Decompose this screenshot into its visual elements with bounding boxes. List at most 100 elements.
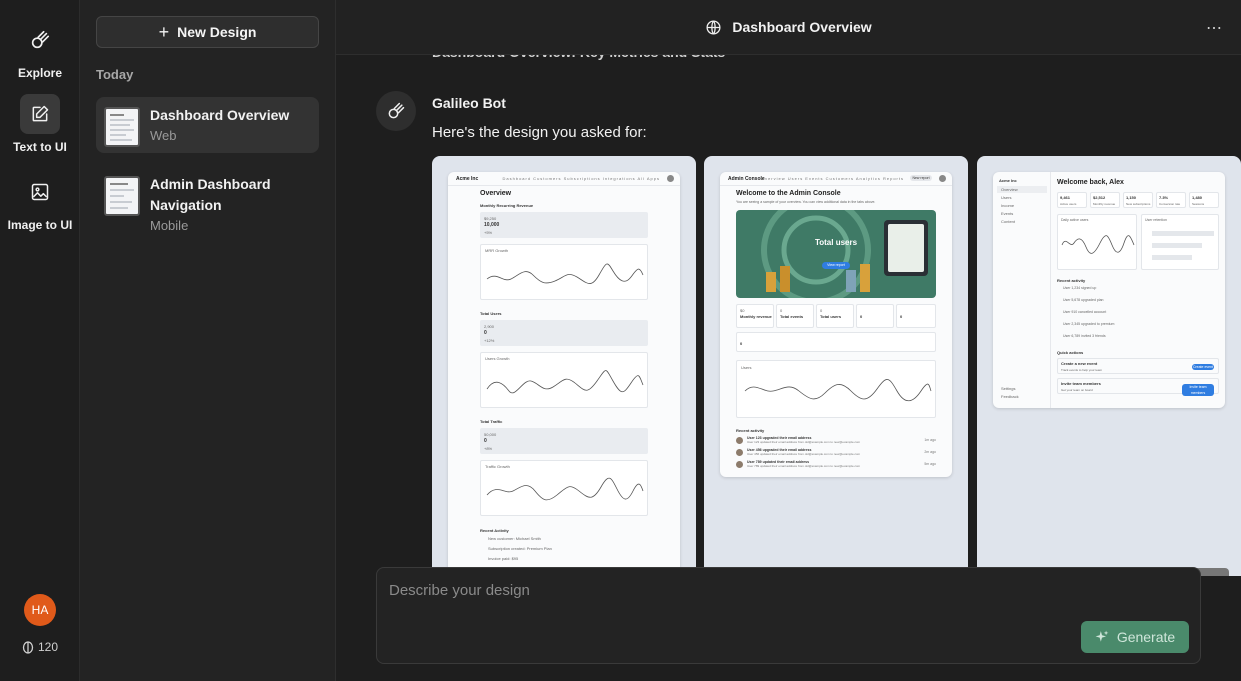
stat-value: 0 <box>484 330 487 336</box>
design-preview-1[interactable]: Acme Inc Dashboard Customers Subscriptio… <box>432 156 696 576</box>
stat-delta: +8% <box>484 446 493 451</box>
action-title: Invite team members <box>1061 381 1101 386</box>
stat-label: Conversion rate <box>1159 202 1181 206</box>
stat-delta: +5% <box>484 230 493 235</box>
recent-item: User 910 cancelled account <box>1063 310 1107 314</box>
recent-item: User 5,678 upgraded plan <box>1063 298 1104 302</box>
stat-card: 0 <box>896 304 936 328</box>
generate-button[interactable]: Generate <box>1081 621 1189 653</box>
recent-title: Recent Activity <box>480 528 509 533</box>
history-platform: Mobile <box>150 218 189 233</box>
stat-card: $2,512 Monthly revenue <box>1090 192 1120 208</box>
stat-value: 7.3% <box>1159 195 1169 200</box>
stat-value: $2,512 <box>1093 195 1106 200</box>
preview-nav: Acme Inc Dashboard Customers Subscriptio… <box>448 172 680 186</box>
stat-card: 7.3% Conversion rate <box>1156 192 1186 208</box>
mini-bar-chart: User retention <box>1141 214 1219 270</box>
stat-box: $9,250 10,000 +5% <box>480 212 648 238</box>
design-preview-2[interactable]: Admin Console Overview Users Events Cust… <box>704 156 968 576</box>
stat-value: 0 <box>860 314 863 319</box>
preview-sidebar-item: Users <box>1001 195 1012 200</box>
generate-label: Generate <box>1116 629 1176 645</box>
stat-card: 0 Total events <box>776 304 814 328</box>
preview-nav: Admin Console Overview Users Events Cust… <box>720 172 952 186</box>
design-preview-3[interactable]: Acme Inc Overview Users Income Events Co… <box>977 156 1241 576</box>
explore-icon <box>20 20 60 60</box>
stat-small: 2,900 <box>484 324 495 329</box>
main-area: Dashboard Overview ⋯ Dashboard Overview:… <box>336 0 1241 681</box>
preview-sidebar-item: Events <box>1001 211 1014 216</box>
activity-time: 2m ago <box>924 450 936 454</box>
stat-value: 1,480 <box>1192 195 1203 200</box>
activity-sub: User 456 updated their email address fro… <box>747 452 861 456</box>
stat-card: 1,150 New subscriptions <box>1123 192 1153 208</box>
mini-line-chart: MRR Growth <box>480 244 648 300</box>
preview-title: Overview <box>480 190 512 197</box>
quick-actions-title: Quick actions <box>1057 350 1084 355</box>
stat-value: 9,461 <box>1060 195 1071 200</box>
recent-item: New customer: Michael Smith <box>488 536 541 541</box>
history-title: Admin Dashboard Navigation <box>150 176 271 213</box>
more-options-icon[interactable]: ⋯ <box>1206 18 1223 38</box>
activity-avatar <box>736 436 743 444</box>
stat-value: 10,000 <box>484 222 500 228</box>
preview-nav-links: Overview Users Events Customers Analytic… <box>760 176 904 181</box>
recent-item: User 1,234 signed up <box>1063 286 1097 290</box>
rail-text-to-ui[interactable]: Text to UI <box>0 94 80 154</box>
preview-screen: Admin Console Overview Users Events Cust… <box>720 172 952 477</box>
new-design-label: New Design <box>177 24 257 40</box>
stat-value: 0 <box>820 308 823 313</box>
history-item-admin-dashboard-navigation[interactable]: Admin Dashboard Navigation Mobile <box>96 166 319 233</box>
stat-value: $0 <box>740 308 745 313</box>
stat-label: Total events <box>780 314 804 319</box>
edit-icon <box>20 94 60 134</box>
stat-small: 50,000 <box>484 432 497 437</box>
activity-sub: User 123 updated their email address fro… <box>747 440 861 444</box>
activity-sub: User 789 updated their email address fro… <box>747 464 861 468</box>
stat-small: $9,250 <box>484 216 497 221</box>
globe-icon <box>706 19 721 35</box>
user-avatar[interactable]: HA <box>24 594 56 626</box>
mini-line-chart: Users Growth <box>480 352 648 408</box>
stat-label: Monthly revenue <box>1093 202 1116 206</box>
rail-image-to-ui[interactable]: Image to UI <box>0 172 80 232</box>
history-thumbnail <box>104 107 140 147</box>
history-panel: + New Design Today Dashboard Overview We… <box>80 0 336 681</box>
credits-value: 120 <box>37 640 59 654</box>
action-button: Create event <box>1192 364 1214 370</box>
history-item-dashboard-overview[interactable]: Dashboard Overview Web <box>96 97 319 153</box>
bot-message: Here's the design you asked for: <box>432 124 647 141</box>
recent-title: Recent activity <box>736 428 765 433</box>
preview-sidebar-item: Overview <box>997 186 1047 193</box>
stat-card: 9,461 Active users <box>1057 192 1087 208</box>
section-label: Total Traffic <box>480 419 503 424</box>
left-rail: Explore Text to UI Image to UI HA 120 <box>0 0 80 681</box>
preview-sidebar-item: Settings <box>1001 386 1016 391</box>
stat-delta: +12% <box>484 338 495 343</box>
stat-card: 1,480 Sessions <box>1189 192 1219 208</box>
hero-title: Total users <box>814 238 858 247</box>
action-title: Create a new event <box>1061 361 1098 366</box>
preview-avatar <box>939 175 946 182</box>
preview-subtitle: You are seeing a sample of your overview… <box>736 200 876 204</box>
action-sub: Get your team on board <box>1061 388 1093 392</box>
stat-value: 0 <box>900 314 903 319</box>
rail-image-to-ui-label: Image to UI <box>7 218 73 232</box>
stat-value: 0 <box>780 308 783 313</box>
action-sub: Track events to help your team <box>1061 368 1103 372</box>
bot-name: Galileo Bot <box>432 95 506 111</box>
rail-explore[interactable]: Explore <box>0 20 80 80</box>
activity-time: 1m ago <box>924 438 936 442</box>
mini-line-chart: Users <box>736 360 936 418</box>
describe-design-input[interactable] <box>389 582 1069 622</box>
stat-card: 0 <box>856 304 894 328</box>
quick-action-row: Invite team members Get your team on boa… <box>1057 378 1219 396</box>
history-platform: Web <box>150 128 177 143</box>
stat-label: Monthly revenue <box>740 314 772 319</box>
stat-card: $0 Monthly revenue <box>736 304 774 328</box>
new-design-button[interactable]: + New Design <box>96 16 319 48</box>
activity-avatar <box>736 460 743 468</box>
preview-brand: Admin Console <box>728 176 765 182</box>
preview-title: Welcome back, Alex <box>1057 179 1124 186</box>
page-title: Dashboard Overview <box>732 19 872 35</box>
